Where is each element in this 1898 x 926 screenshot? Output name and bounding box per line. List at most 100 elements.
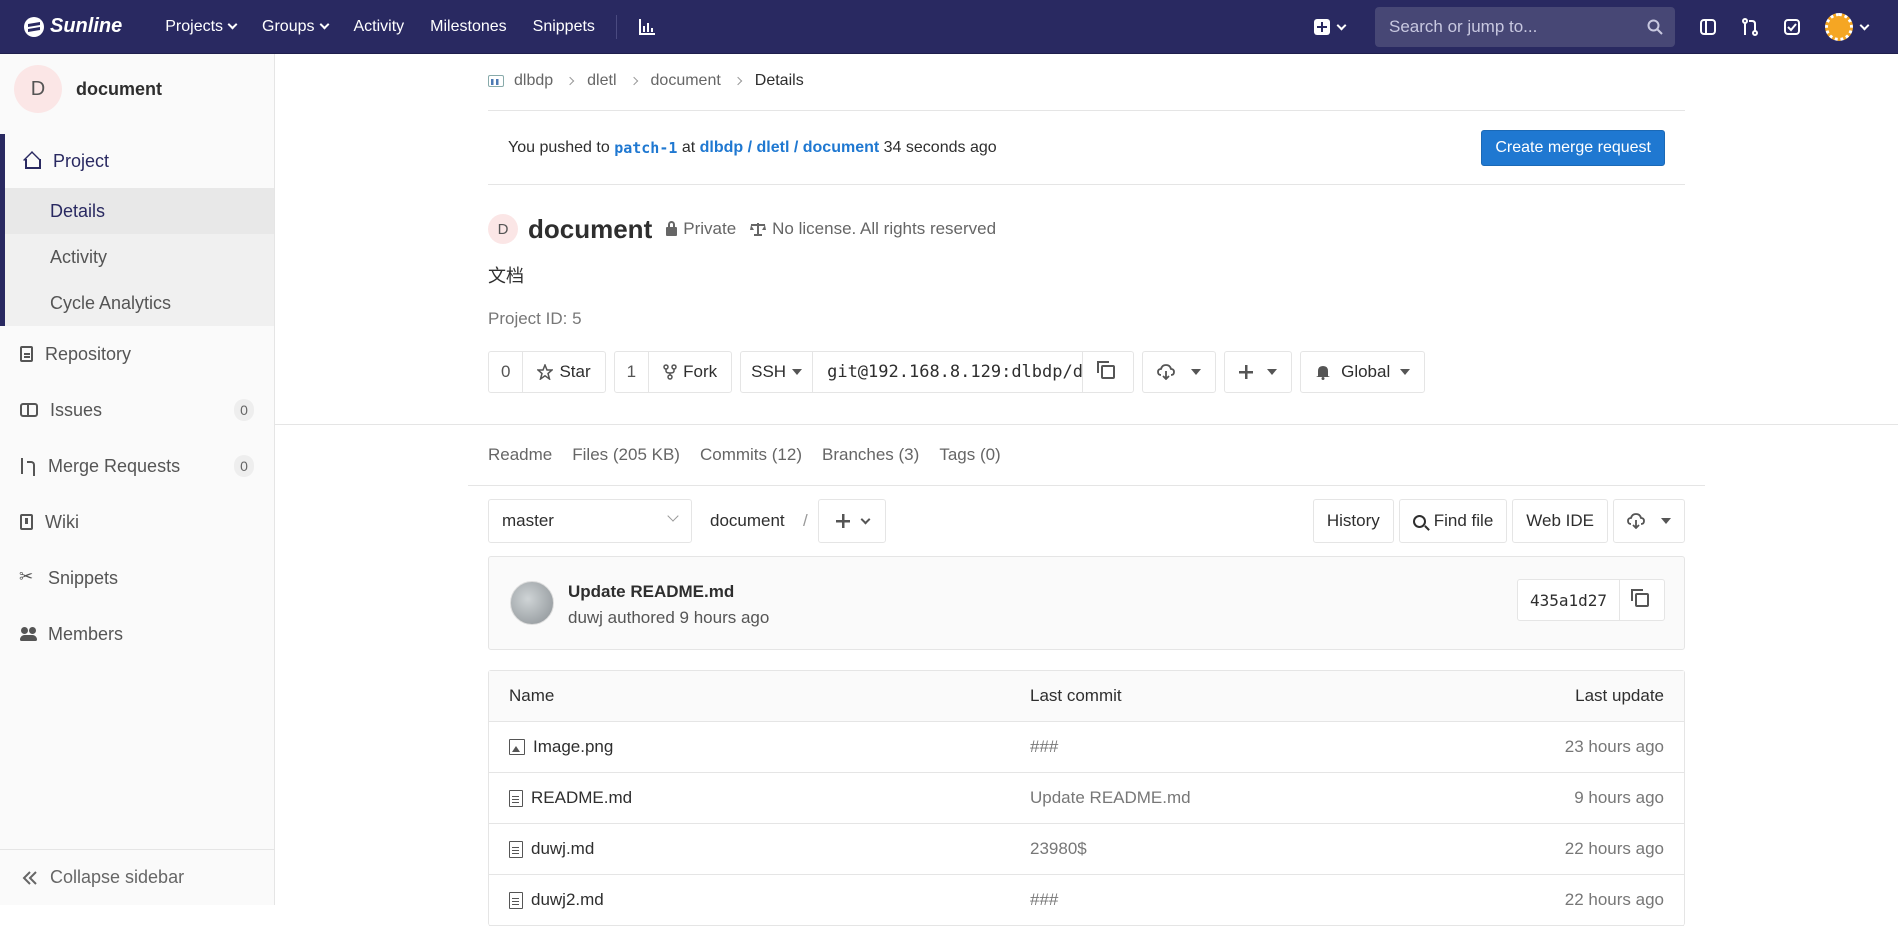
nav-milestones[interactable]: Milestones: [417, 0, 519, 54]
add-button[interactable]: [1225, 352, 1291, 392]
sidebar-item-merge-requests[interactable]: Merge Requests 0: [0, 438, 274, 494]
sidebar-subitem-activity[interactable]: Activity: [5, 234, 274, 280]
sidebar-item-repository[interactable]: Repository: [0, 326, 274, 382]
download-button[interactable]: [1143, 352, 1215, 392]
tab-readme[interactable]: Readme: [488, 445, 552, 465]
clone-protocol-dropdown[interactable]: SSH: [741, 352, 814, 392]
last-update-cell: 22 hours ago: [1564, 890, 1664, 909]
notification-dropdown[interactable]: Global: [1300, 351, 1426, 393]
sidebar-item-members[interactable]: Members: [0, 606, 274, 662]
nav-projects[interactable]: Projects: [152, 0, 249, 54]
sidebar-subitem-cycle-analytics[interactable]: Cycle Analytics: [5, 280, 274, 326]
sidebar-item-wiki[interactable]: Wiki: [0, 494, 274, 550]
add-to-tree-dropdown[interactable]: [818, 499, 886, 543]
issues-count-badge: 0: [234, 399, 254, 421]
path-separator: /: [803, 511, 808, 530]
nav-todos[interactable]: [1771, 0, 1813, 54]
copy-sha-button[interactable]: [1620, 580, 1664, 620]
branch-selector[interactable]: master: [488, 499, 692, 543]
copy-icon: [1097, 361, 1116, 379]
project-actions: 0 Star 1 Fork SSH git@192.168.8.129:dlbd…: [488, 351, 1426, 393]
notification-button[interactable]: Global: [1301, 352, 1424, 392]
avatar[interactable]: [510, 581, 554, 625]
star-count[interactable]: 0: [489, 352, 524, 392]
chevron-down-icon: [227, 19, 238, 30]
file-name-cell[interactable]: README.md: [509, 788, 632, 808]
add-dropdown[interactable]: [1224, 351, 1293, 393]
nav-admin[interactable]: [625, 0, 669, 54]
web-ide-button[interactable]: Web IDE: [1512, 499, 1608, 543]
history-button[interactable]: History: [1312, 499, 1394, 543]
clone-group: SSH git@192.168.8.129:dlbdp/dletl/docume…: [740, 351, 1135, 393]
merge-requests-count-badge: 0: [234, 455, 254, 477]
clone-url-field[interactable]: git@192.168.8.129:dlbdp/dletl/document.g…: [813, 352, 1084, 392]
project-avatar: D: [488, 214, 518, 244]
star-button[interactable]: Star: [523, 352, 604, 392]
breadcrumb-item[interactable]: document: [651, 72, 721, 90]
tab-branches[interactable]: Branches (3): [822, 445, 919, 465]
collapse-sidebar-button[interactable]: Collapse sidebar: [0, 849, 274, 905]
sidebar-item-project[interactable]: Project: [5, 134, 274, 188]
caret-down-icon: [1191, 369, 1202, 375]
commit-sha-link[interactable]: 435a1d27: [1518, 580, 1620, 620]
nav-issues[interactable]: [1687, 0, 1729, 54]
table-row[interactable]: duwj.md 23980$ 22 hours ago: [489, 824, 1684, 875]
tab-commits[interactable]: Commits (12): [700, 445, 802, 465]
nav-activity[interactable]: Activity: [341, 0, 418, 54]
nav-merge-requests[interactable]: [1729, 0, 1771, 54]
new-item-dropdown[interactable]: [1302, 0, 1357, 54]
fork-count[interactable]: 1: [615, 352, 650, 392]
sidebar-item-snippets[interactable]: Snippets: [0, 550, 274, 606]
file-name[interactable]: duwj2.md: [531, 890, 604, 910]
table-row[interactable]: Image.png ### 23 hours ago: [489, 722, 1684, 773]
table-row[interactable]: duwj2.md ### 22 hours ago: [489, 875, 1684, 926]
brand-logo[interactable]: Sunline: [24, 15, 122, 38]
image-file-icon: [509, 739, 525, 755]
search-icon: [1412, 514, 1426, 528]
commit-title-link[interactable]: Update README.md: [568, 582, 734, 602]
download-dropdown[interactable]: [1142, 351, 1217, 393]
file-name-cell[interactable]: Image.png: [509, 737, 613, 757]
issues-icon: [20, 403, 38, 417]
download-dropdown[interactable]: [1613, 499, 1685, 543]
scissors-icon: [19, 567, 36, 587]
nav-groups[interactable]: Groups: [249, 0, 340, 54]
sidebar-item-issues[interactable]: Issues 0: [0, 382, 274, 438]
chevron-down-icon: [860, 514, 870, 524]
user-menu[interactable]: [1813, 0, 1880, 54]
file-table: Name Last commit Last update Image.png #…: [488, 670, 1685, 926]
double-chevron-left-icon: [22, 870, 37, 885]
search-box[interactable]: [1375, 7, 1675, 47]
divider: [468, 485, 1705, 486]
last-commit-cell[interactable]: ###: [1030, 737, 1058, 757]
nav-snippets[interactable]: Snippets: [520, 0, 608, 54]
find-file-button[interactable]: Find file: [1398, 499, 1508, 543]
last-commit-cell[interactable]: Update README.md: [1030, 788, 1191, 808]
table-row[interactable]: README.md Update README.md 9 hours ago: [489, 773, 1684, 824]
copy-url-button[interactable]: [1083, 352, 1133, 392]
clone-protocol-label: SSH: [751, 362, 787, 381]
pushed-project-link[interactable]: dlbdp / dletl / document: [700, 139, 880, 157]
fork-button[interactable]: Fork: [649, 352, 731, 392]
last-commit-cell[interactable]: 23980$: [1030, 839, 1087, 859]
file-name[interactable]: Image.png: [533, 737, 613, 757]
sidebar-subitem-details[interactable]: Details: [5, 188, 274, 234]
tab-tags[interactable]: Tags (0): [939, 445, 1000, 465]
breadcrumb-item[interactable]: dlbdp: [514, 72, 553, 90]
pushed-branch-link[interactable]: patch-1: [614, 139, 677, 157]
file-name-cell[interactable]: duwj2.md: [509, 890, 604, 910]
search-input[interactable]: [1387, 16, 1647, 38]
project-sidebar: D document Project Details Activity Cycl…: [0, 54, 275, 905]
tab-files[interactable]: Files (205 KB): [572, 445, 680, 465]
file-name[interactable]: README.md: [531, 788, 632, 808]
main-content: dlbdp dletl document Details You pushed …: [275, 54, 1898, 926]
sidebar-project-header[interactable]: D document: [0, 54, 274, 124]
file-name[interactable]: duwj.md: [531, 839, 594, 859]
repo-path-root[interactable]: document: [710, 511, 785, 531]
tree-actions: History Find file Web IDE: [1312, 499, 1685, 543]
file-name-cell[interactable]: duwj.md: [509, 839, 594, 859]
create-merge-request-button[interactable]: Create merge request: [1481, 130, 1665, 166]
group-logo-icon: [488, 75, 504, 87]
last-commit-cell[interactable]: ###: [1030, 890, 1058, 910]
breadcrumb-item[interactable]: dletl: [587, 72, 616, 90]
